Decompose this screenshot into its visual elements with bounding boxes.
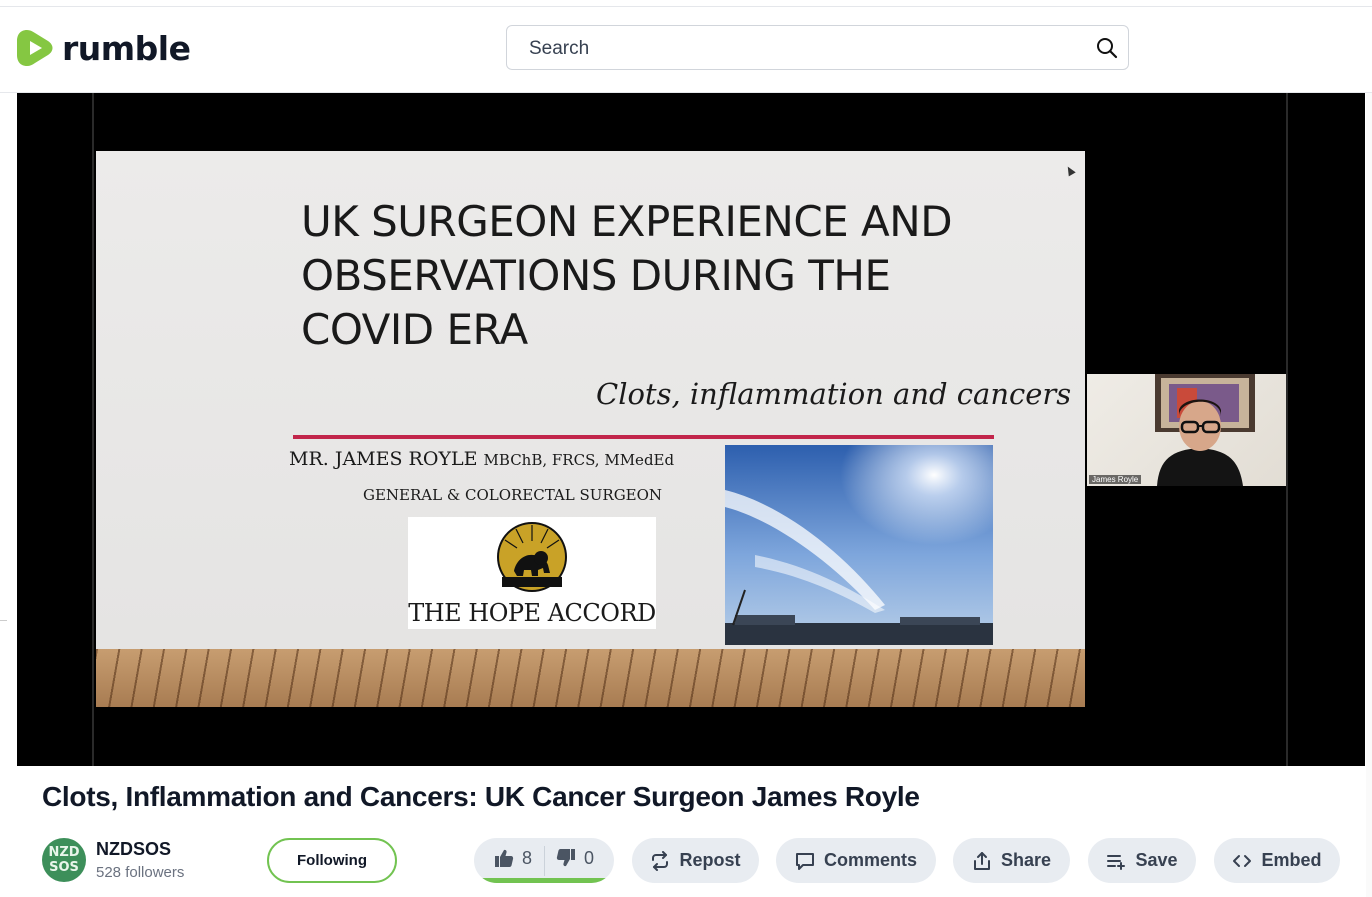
save-label: Save	[1135, 850, 1178, 870]
dislike-button[interactable]: 0	[556, 838, 594, 878]
share-label: Share	[1000, 850, 1052, 870]
share-button[interactable]: Share	[953, 838, 1070, 883]
vote-ratio-fill	[474, 878, 614, 883]
save-button[interactable]: Save	[1088, 838, 1196, 883]
sky-photo	[725, 445, 993, 645]
repost-label: Repost	[679, 850, 741, 870]
slide-author-role: GENERAL & COLORECTAL SURGEON	[363, 486, 663, 504]
repost-icon	[652, 850, 669, 871]
speaker-camera: James Royle	[1087, 374, 1286, 486]
speaker-name-label: James Royle	[1089, 475, 1142, 484]
repost-button[interactable]: Repost	[632, 838, 759, 883]
channel-name[interactable]: NZDSOS	[96, 839, 171, 860]
speaker-video-icon	[1155, 374, 1255, 486]
wood-floor	[96, 649, 1085, 707]
presentation-slide: UK SURGEON EXPERIENCE AND OBSERVATIONS D…	[96, 151, 1085, 707]
page-scrollbar[interactable]	[1366, 93, 1372, 897]
slide-divider	[293, 435, 994, 439]
video-title: Clots, Inflammation and Cancers: UK Canc…	[42, 781, 920, 812]
vote-ratio-bar	[474, 878, 614, 883]
slide-author-name: MR. JAMES ROYLE	[289, 448, 478, 470]
left-edge-mark	[0, 620, 7, 621]
slide-title: UK SURGEON EXPERIENCE AND OBSERVATIONS D…	[301, 195, 1081, 357]
rumble-logo[interactable]: rumble	[16, 28, 191, 68]
channel-avatar[interactable]: NZD SOS	[42, 838, 86, 882]
slide-subtitle: Clots, inflammation and cancers	[596, 377, 1072, 411]
video-player[interactable]: UK SURGEON EXPERIENCE AND OBSERVATIONS D…	[17, 93, 1365, 766]
like-button[interactable]: 8	[494, 838, 532, 878]
slide-title-line-2: OBSERVATIONS DURING THE	[301, 251, 891, 300]
channel-followers: 528 followers	[96, 864, 185, 881]
comments-button[interactable]: Comments	[776, 838, 936, 883]
avatar-text-bottom: SOS	[49, 860, 79, 875]
search-icon[interactable]	[1096, 37, 1118, 59]
rumble-play-icon	[17, 30, 53, 66]
share-icon	[973, 851, 990, 870]
like-count: 8	[522, 847, 533, 868]
logo-wordmark: rumble	[62, 28, 191, 68]
embed-button[interactable]: Embed	[1214, 838, 1340, 883]
following-button[interactable]: Following	[267, 838, 397, 883]
playlist-add-icon	[1107, 854, 1126, 870]
comment-icon	[795, 852, 814, 870]
site-header: rumble	[0, 7, 1372, 93]
vote-separator	[544, 846, 545, 876]
slide-title-line-1: UK SURGEON EXPERIENCE AND	[301, 197, 953, 246]
thumbs-up-icon	[495, 849, 514, 867]
hope-accord-text: THE HOPE ACCORD	[408, 599, 656, 627]
slide-author: MR. JAMES ROYLE MBChB, FRCS, MMedEd	[289, 448, 674, 470]
avatar-text-top: NZD	[48, 845, 80, 860]
thumbs-down-icon	[556, 849, 575, 867]
comments-label: Comments	[823, 850, 917, 870]
search-box	[506, 25, 1129, 70]
search-input[interactable]	[527, 36, 1091, 62]
hope-accord-logo: THE HOPE ACCORD	[408, 517, 656, 629]
slide-author-quals: MBChB, FRCS, MMedEd	[483, 451, 675, 469]
code-icon	[1233, 854, 1252, 867]
dislike-count: 0	[584, 847, 595, 868]
embed-label: Embed	[1261, 850, 1322, 870]
vote-control: 8 0	[474, 838, 614, 883]
slide-title-line-3: COVID ERA	[301, 305, 528, 354]
top-divider	[0, 0, 1372, 7]
lion-seal-icon	[497, 522, 567, 592]
